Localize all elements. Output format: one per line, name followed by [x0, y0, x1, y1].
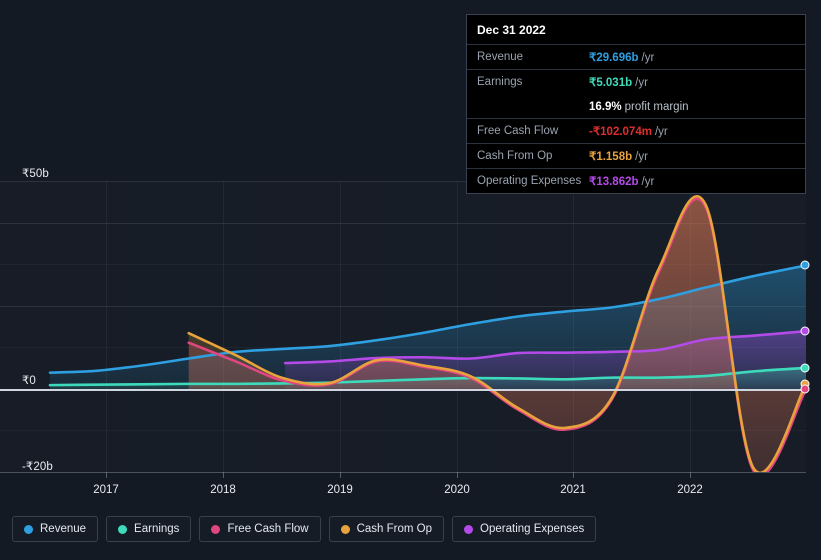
tooltip-row-value-wrap: ₹5.031b/yr	[589, 73, 648, 91]
tooltip-row-value: -₹102.074m	[589, 126, 652, 138]
series-dot-icon	[24, 524, 33, 534]
series-dot-icon	[118, 524, 128, 534]
endpoint-dot-operating-expenses	[800, 326, 810, 336]
tooltip-row-sublabel: profit margin	[624, 101, 689, 113]
x-axis-tick-label: 2020	[444, 484, 470, 496]
chart-tooltip: Dec 31 2022 Revenue ₹29.696b/yr Earnings ₹5…	[466, 14, 806, 194]
legend-item-earnings[interactable]: Earnings	[106, 516, 192, 542]
tooltip-row-value-wrap: -₹102.074m/yr	[589, 122, 668, 140]
x-axis-tick-mark	[573, 472, 574, 478]
x-axis-tick-label: 2021	[560, 484, 586, 496]
chart-series-svg	[48, 195, 806, 472]
tooltip-row-value-wrap: ₹29.696b/yr	[589, 48, 654, 66]
tooltip-date: Dec 31 2022	[477, 23, 546, 37]
x-axis-tick-mark	[457, 472, 458, 478]
legend-item-label: Cash From Op	[356, 523, 433, 535]
x-axis-tick-label: 2022	[677, 484, 703, 496]
x-axis-tick-label: 2018	[210, 484, 236, 496]
x-axis-tick-mark	[340, 472, 341, 478]
y-axis-tick-label: -₹20b	[22, 461, 53, 473]
tooltip-row-label: Operating Expenses	[477, 175, 582, 187]
series-area-fills	[50, 196, 806, 472]
tooltip-row-unit: /yr	[635, 151, 648, 163]
legend-item-operating-expenses[interactable]: Operating Expenses	[452, 516, 597, 542]
endpoint-dot-free-cash-flow	[800, 384, 810, 394]
x-axis-tick-label: 2017	[93, 484, 119, 496]
legend-item-label: Revenue	[40, 523, 87, 535]
zero-baseline	[0, 389, 806, 391]
tooltip-row-value: 16.9%	[589, 101, 622, 113]
tooltip-row-value: ₹29.696b	[589, 52, 639, 64]
tooltip-row-label: Cash From Op	[477, 150, 553, 162]
tooltip-row-value-wrap: ₹1.158b/yr	[589, 147, 648, 165]
legend-item-label: Operating Expenses	[480, 523, 585, 535]
tooltip-row-value: ₹5.031b	[589, 77, 633, 89]
tooltip-row-unit: /yr	[641, 176, 655, 188]
x-axis-tick-mark	[223, 472, 224, 478]
tooltip-row-value: ₹13.862b	[589, 176, 639, 188]
legend-item-revenue[interactable]: Revenue	[12, 516, 99, 542]
tooltip-rows: Revenue ₹29.696b/yr Earnings ₹5.031b/yr 16.9…	[467, 44, 805, 193]
tooltip-row-unit: /yr	[641, 52, 655, 64]
tooltip-row-value-wrap: 16.9% profit margin	[589, 97, 689, 115]
legend-item-cash-from-op[interactable]: Cash From Op	[328, 516, 445, 542]
endpoint-dot-revenue	[800, 260, 810, 270]
tooltip-row-label: Revenue	[477, 51, 524, 63]
tooltip-row: Operating Expenses ₹13.862b/yr	[467, 168, 805, 193]
x-axis-tick-mark	[106, 472, 107, 478]
tooltip-row-unit: /yr	[654, 126, 668, 138]
tooltip-row-value: ₹1.158b	[589, 151, 633, 163]
y-axis-tick-label: ₹0	[22, 375, 36, 387]
tooltip-row: Free Cash Flow -₹102.074m/yr	[467, 118, 805, 143]
tooltip-row: Revenue ₹29.696b/yr	[467, 44, 805, 69]
tooltip-row: 16.9% profit margin	[467, 94, 805, 118]
series-dot-icon	[340, 524, 350, 534]
tooltip-row-label: Earnings	[477, 76, 523, 88]
series-dot-icon	[211, 524, 221, 534]
legend-item-label: Earnings	[134, 523, 180, 535]
x-axis-tick-mark	[690, 472, 691, 478]
endpoint-dot-earnings	[800, 363, 810, 373]
legend-item-label: Free Cash Flow	[227, 523, 309, 535]
tooltip-row-value-wrap: ₹13.862b/yr	[589, 172, 654, 190]
tooltip-row-unit: /yr	[635, 77, 648, 89]
legend-item-free-cash-flow[interactable]: Free Cash Flow	[199, 516, 321, 542]
chart-legend[interactable]: Revenue Earnings Free Cash Flow Cash From O…	[12, 516, 597, 542]
financial-chart-widget: ₹50b ₹0 -₹20b 2017 2018 2019 2020 2021 2022 Dec…	[0, 0, 821, 560]
tooltip-row-label: Free Cash Flow	[477, 125, 559, 137]
chart-plot-area[interactable]	[0, 181, 810, 473]
series-dot-icon	[464, 524, 474, 534]
x-axis-line	[0, 472, 806, 473]
x-axis-tick-label: 2019	[327, 484, 353, 496]
tooltip-row: Cash From Op ₹1.158b/yr	[467, 143, 805, 168]
y-axis-tick-label: ₹50b	[22, 168, 49, 180]
tooltip-row: Earnings ₹5.031b/yr	[467, 69, 805, 94]
